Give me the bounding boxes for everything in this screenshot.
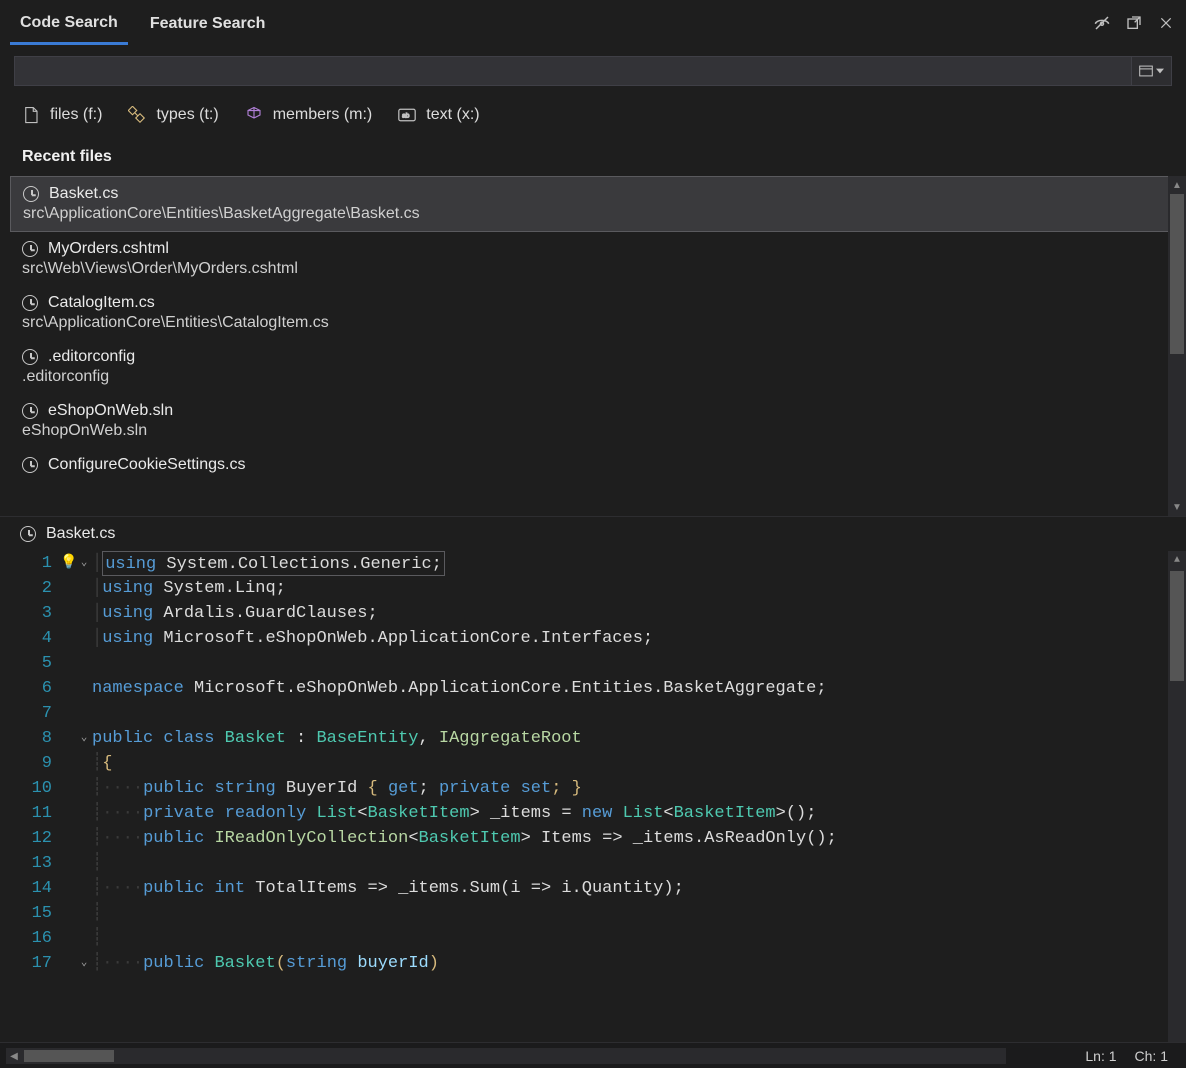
code-line[interactable]: 8⌄ public class Basket : BaseEntity, IAg… [0,726,1168,751]
tab-code-search[interactable]: Code Search [10,2,128,45]
results-scrollbar[interactable]: ▲ ▼ [1168,176,1186,516]
scroll-down-icon[interactable]: ▼ [1168,498,1186,516]
code-line[interactable]: 2│using System.Linq; [0,576,1168,601]
section-header-recent: Recent files [0,138,1186,176]
filter-types[interactable]: types (t:) [128,106,218,124]
preview-toggle-icon[interactable] [1092,13,1112,33]
code-line[interactable]: 6 namespace Microsoft.eShopOnWeb.Applica… [0,676,1168,701]
result-name: ConfigureCookieSettings.cs [48,456,245,474]
search-row [0,46,1186,90]
code-line[interactable]: 17⌄┊····public Basket(string buyerId) [0,951,1168,976]
code-editor[interactable]: 1💡⌄│using System.Collections.Generic;2│u… [0,551,1186,1042]
code-line[interactable]: 13┊ [0,851,1168,876]
preview-filename: Basket.cs [46,525,115,543]
scrollbar-thumb[interactable] [1170,571,1184,681]
open-external-icon[interactable] [1124,13,1144,33]
code-line[interactable]: 11┊····private readonly List<BasketItem>… [0,801,1168,826]
clock-icon [22,241,38,257]
filter-members[interactable]: members (m:) [245,106,373,124]
view-dropdown[interactable] [1132,56,1172,86]
result-item[interactable]: CatalogItem.cs src\ApplicationCore\Entit… [10,286,1176,340]
code-line[interactable]: 16┊ [0,926,1168,951]
code-line[interactable]: 15┊ [0,901,1168,926]
filter-label: members (m:) [273,106,373,124]
result-path: eShopOnWeb.sln [22,420,1164,440]
code-line[interactable]: 5 [0,651,1168,676]
filter-label: files (f:) [50,106,102,124]
clock-icon [22,403,38,419]
file-icon [22,106,40,124]
scrollbar-thumb[interactable] [1170,194,1184,354]
code-line[interactable]: 12┊····public IReadOnlyCollection<Basket… [0,826,1168,851]
clock-icon [23,186,39,202]
result-path: .editorconfig [22,366,1164,386]
code-line[interactable]: 9┊{ [0,751,1168,776]
results-container: Basket.cs src\ApplicationCore\Entities\B… [0,176,1186,516]
scrollbar-thumb[interactable] [24,1050,114,1062]
result-path: src\ApplicationCore\Entities\BasketAggre… [23,203,1163,223]
editor-scrollbar[interactable]: ▲ [1168,551,1186,1042]
status-bar: ◀ Ln: 1 Ch: 1 [0,1042,1186,1068]
scroll-up-icon[interactable]: ▲ [1168,176,1186,194]
filter-row: files (f:) types (t:) members (m:) ab te… [0,90,1186,138]
result-item[interactable]: eShopOnWeb.sln eShopOnWeb.sln [10,394,1176,448]
result-path: src\ApplicationCore\Entities\CatalogItem… [22,312,1164,332]
code-line[interactable]: 1💡⌄│using System.Collections.Generic; [0,551,1168,576]
close-icon[interactable] [1156,13,1176,33]
result-name: CatalogItem.cs [48,294,155,312]
scroll-up-icon[interactable]: ▲ [1168,551,1186,569]
code-line[interactable]: 3│using Ardalis.GuardClauses; [0,601,1168,626]
filter-label: types (t:) [156,106,218,124]
text-icon: ab [398,106,416,124]
result-item[interactable]: ConfigureCookieSettings.cs [10,448,1176,482]
result-name: MyOrders.cshtml [48,240,169,258]
filter-text[interactable]: ab text (x:) [398,106,479,124]
svg-text:ab: ab [402,112,410,119]
search-input[interactable] [14,56,1132,86]
types-icon [128,106,146,124]
status-col: Ch: 1 [1135,1048,1168,1064]
filter-label: text (x:) [426,106,479,124]
tab-feature-search[interactable]: Feature Search [140,3,276,43]
filter-files[interactable]: files (f:) [22,106,102,124]
result-name: eShopOnWeb.sln [48,402,173,420]
result-name: .editorconfig [48,348,135,366]
status-line: Ln: 1 [1085,1048,1116,1064]
result-name: Basket.cs [49,185,118,203]
clock-icon [22,295,38,311]
code-line[interactable]: 10┊····public string BuyerId { get; priv… [0,776,1168,801]
tab-bar: Code Search Feature Search [0,0,1186,46]
clock-icon [22,457,38,473]
preview-header: Basket.cs [0,516,1186,551]
result-item[interactable]: Basket.cs src\ApplicationCore\Entities\B… [10,176,1176,232]
clock-icon [20,526,36,542]
scroll-left-icon[interactable]: ◀ [6,1048,22,1064]
members-icon [245,106,263,124]
code-line[interactable]: 4│using Microsoft.eShopOnWeb.Application… [0,626,1168,651]
result-item[interactable]: .editorconfig .editorconfig [10,340,1176,394]
horizontal-scrollbar[interactable]: ◀ [6,1048,1006,1064]
clock-icon [22,349,38,365]
result-path: src\Web\Views\Order\MyOrders.cshtml [22,258,1164,278]
result-item[interactable]: MyOrders.cshtml src\Web\Views\Order\MyOr… [10,232,1176,286]
code-line[interactable]: 14┊····public int TotalItems => _items.S… [0,876,1168,901]
code-line[interactable]: 7 [0,701,1168,726]
